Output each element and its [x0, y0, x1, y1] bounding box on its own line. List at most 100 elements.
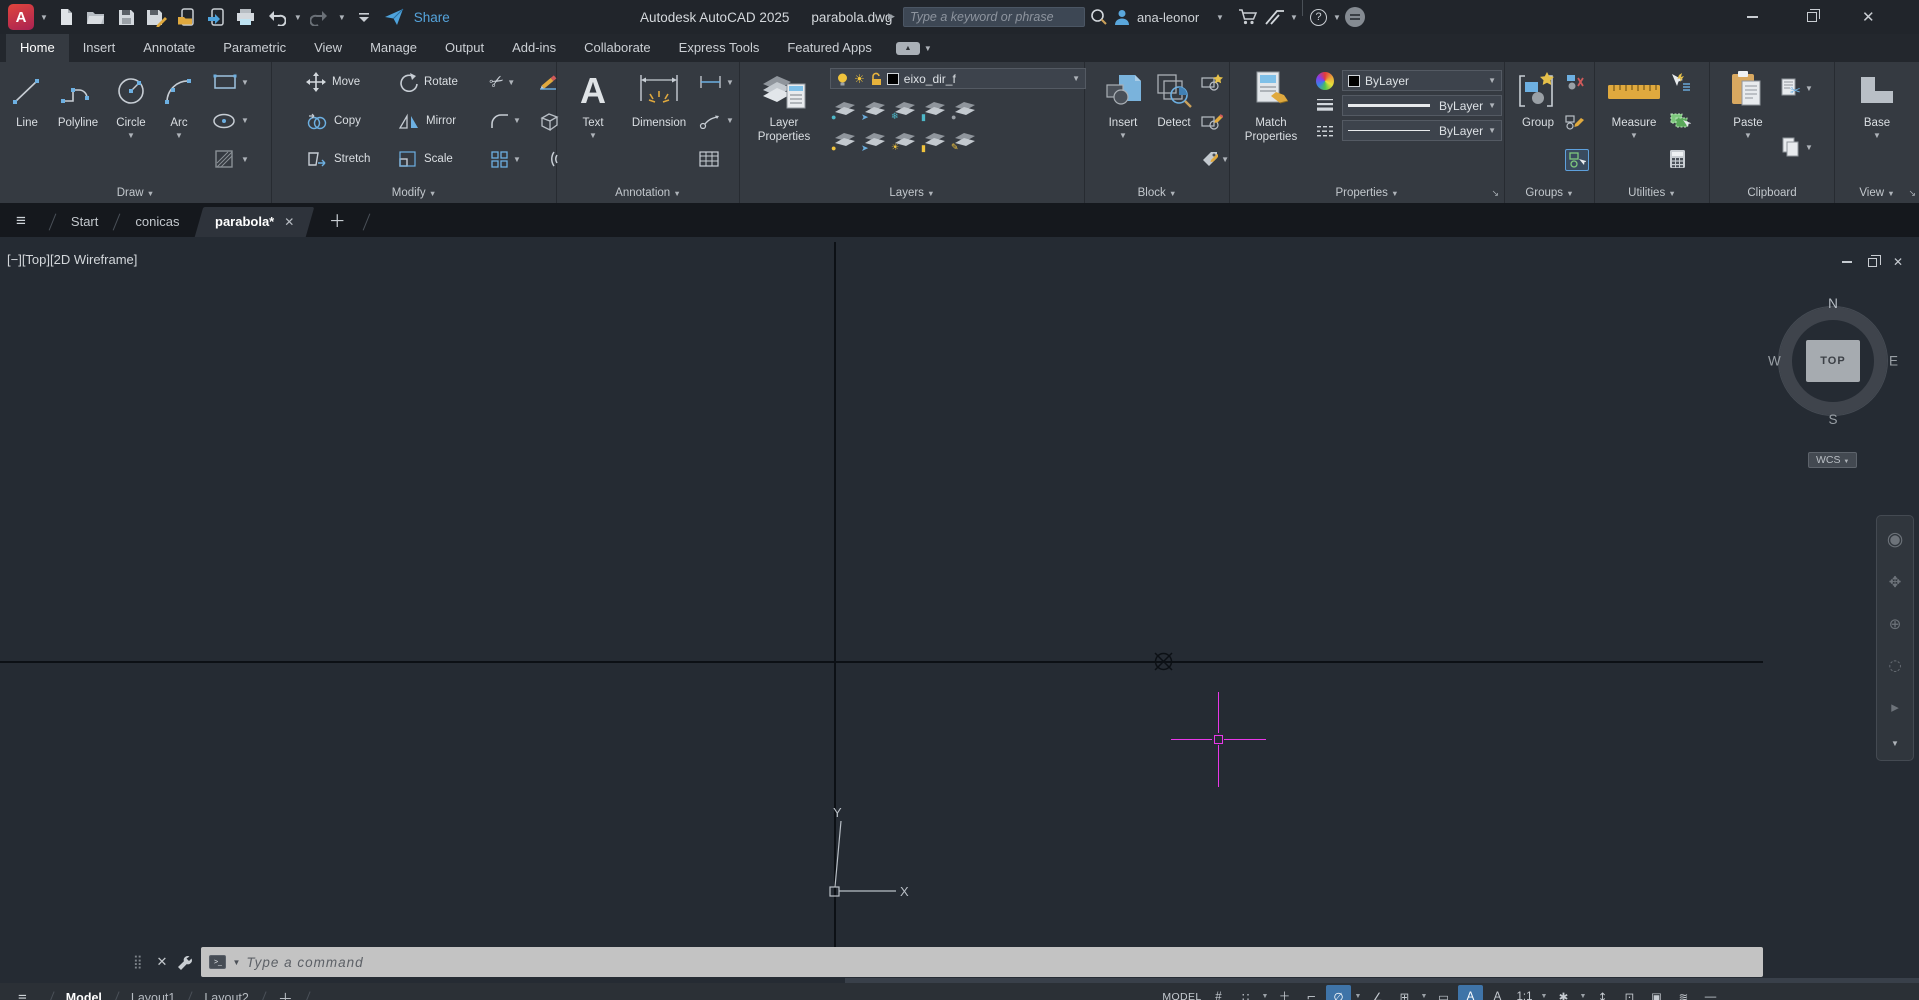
array-button[interactable]: ▼ [490, 147, 538, 171]
group-selection-toggle[interactable] [1565, 149, 1589, 171]
layer-freeze-button[interactable]: ❄ [890, 95, 920, 122]
panel-label-properties[interactable]: Properties ▼ ↘ [1230, 185, 1504, 202]
base-caret-icon[interactable]: ▼ [1873, 131, 1881, 140]
group-button[interactable]: Group [1513, 62, 1563, 185]
navbar-caret-icon[interactable]: ▼ [1891, 739, 1899, 748]
select-similar-button[interactable] [1669, 109, 1699, 133]
compass-north[interactable]: N [1828, 296, 1838, 311]
recent-commands-caret-icon[interactable]: ▼ [232, 958, 240, 967]
polar-caret-icon[interactable]: ▼ [1353, 985, 1363, 1000]
measure-caret-icon[interactable]: ▼ [1630, 131, 1638, 140]
arc-button[interactable]: Arc ▼ [156, 62, 202, 185]
search-expand-icon[interactable]: ▶ [888, 11, 895, 22]
wcs-menu[interactable]: WCS ▼ [1808, 452, 1858, 468]
ellipse-caret-icon[interactable]: ▼ [241, 116, 249, 125]
tab-express-tools[interactable]: Express Tools [665, 34, 774, 62]
create-block-button[interactable] [1201, 70, 1229, 94]
feedback-button[interactable] [1345, 0, 1365, 34]
line-button[interactable]: Line [4, 62, 50, 185]
close-button[interactable]: ✕ [1862, 0, 1908, 34]
lineweight-icon[interactable] [1316, 98, 1334, 114]
help-search-box[interactable] [903, 7, 1085, 27]
redo-caret-icon[interactable]: ▼ [338, 13, 346, 22]
restore-button[interactable] [1807, 0, 1853, 34]
help-caret-icon[interactable]: ▼ [1333, 0, 1341, 34]
lineweight-dropdown[interactable]: ByLayer ▼ [1342, 95, 1502, 116]
viewport-minimize-icon[interactable] [1841, 261, 1852, 263]
leader-caret-icon[interactable]: ▼ [726, 116, 734, 125]
move-button[interactable]: Move [306, 70, 398, 94]
workspace-switching-button[interactable]: ✱ [1551, 985, 1576, 1000]
model-space-toggle[interactable]: MODEL [1160, 985, 1204, 1000]
layer-on-button[interactable]: ● [830, 126, 860, 153]
text-caret-icon[interactable]: ▼ [589, 131, 597, 140]
annotation-scale-button[interactable]: 1:1 [1512, 985, 1537, 1000]
viewport-restore-icon[interactable] [1867, 254, 1881, 267]
layout-tab-layout2[interactable]: Layout2 [200, 991, 252, 1000]
polar-tracking-toggle[interactable]: ∅ [1326, 985, 1351, 1000]
save-as-button[interactable] [144, 5, 168, 29]
share-label[interactable]: Share [414, 10, 450, 25]
grid-toggle[interactable]: # [1206, 985, 1231, 1000]
apps-caret-icon[interactable]: ▼ [1290, 0, 1298, 34]
layer-isolate-button[interactable]: ➤ [860, 126, 890, 153]
store-button[interactable] [1238, 0, 1258, 34]
file-tab-conicas[interactable]: conicas [129, 207, 185, 237]
layer-lock-button[interactable]: ▮ [920, 95, 950, 122]
search-button[interactable] [1090, 0, 1108, 34]
navigation-wheel-icon[interactable]: ◉ [1887, 528, 1904, 550]
layer-walk-button[interactable]: ✎ [950, 126, 980, 153]
hatch-caret-icon[interactable]: ▼ [241, 155, 249, 164]
layer-properties-button[interactable]: Layer Properties [752, 62, 816, 185]
autoscale-toggle[interactable]: A [1485, 985, 1510, 1000]
share-button[interactable] [382, 5, 406, 29]
ribbon-collapse-caret-icon[interactable]: ▼ [924, 44, 932, 53]
lineweight-caret-icon[interactable]: ▼ [1488, 101, 1496, 110]
orbit-icon[interactable]: ◌ [1888, 656, 1901, 674]
view-dialog-launcher-icon[interactable]: ↘ [1908, 185, 1916, 202]
paste-caret-icon[interactable]: ▼ [1744, 131, 1752, 140]
ribbon-collapse-control[interactable]: ▲ ▼ [895, 41, 932, 55]
hatch-tool-button[interactable]: ▼ [212, 147, 268, 171]
autocad-app-button[interactable]: A [8, 4, 34, 30]
linear-dimension-button[interactable]: ▼ [699, 70, 739, 94]
command-input-bar[interactable]: >_ ▼ [201, 947, 1763, 977]
clean-screen-toggle[interactable]: — [1698, 985, 1723, 1000]
isolate-objects-button[interactable]: ▣ [1644, 985, 1669, 1000]
graphics-performance-toggle[interactable]: ≋ [1671, 985, 1696, 1000]
new-layout-button[interactable]: ＋ [274, 988, 297, 1000]
tab-view[interactable]: View [300, 34, 356, 62]
polyline-button[interactable]: Polyline [50, 62, 106, 185]
save-button[interactable] [114, 5, 138, 29]
layer-make-current-button[interactable]: ➤ [860, 95, 890, 122]
panel-label-block[interactable]: Block ▼ [1085, 185, 1229, 202]
panel-label-draw[interactable]: Draw ▼ [0, 185, 271, 202]
drawing-viewport[interactable]: [−][Top][2D Wireframe] ✕ Y X N W E S TOP… [0, 237, 1919, 983]
rotate-button[interactable]: Rotate [398, 70, 490, 94]
cut-caret-icon[interactable]: ▼ [1805, 84, 1813, 93]
layout-menu-icon[interactable]: ≡ [0, 990, 41, 1000]
ortho-toggle[interactable]: ⌐ [1299, 985, 1324, 1000]
object-color-caret-icon[interactable]: ▼ [1488, 76, 1496, 85]
text-button[interactable]: A Text ▼ [567, 62, 619, 185]
edit-block-button[interactable] [1201, 109, 1229, 133]
linetype-caret-icon[interactable]: ▼ [1488, 126, 1496, 135]
dimension-button[interactable]: Dimension [619, 62, 699, 185]
color-wheel-icon[interactable] [1316, 71, 1334, 90]
annotation-monitor-toggle[interactable]: ↕ [1590, 985, 1615, 1000]
tab-output[interactable]: Output [431, 34, 498, 62]
leader-button[interactable]: ▼ [699, 109, 739, 133]
dynamic-input-toggle[interactable]: ＋ [1272, 985, 1297, 1000]
workspace-caret-icon[interactable]: ▼ [1578, 985, 1588, 1000]
layer-thaw-button[interactable]: ☀ [890, 126, 920, 153]
viewcube-top-face[interactable]: TOP [1806, 340, 1860, 382]
fillet-caret-icon[interactable]: ▼ [513, 116, 521, 125]
file-tab-parabola-active[interactable]: parabola* ✕ [195, 207, 316, 237]
properties-dialog-launcher-icon[interactable]: ↘ [1491, 185, 1499, 202]
compass-east[interactable]: E [1889, 354, 1898, 369]
open-drawing-button[interactable] [84, 5, 108, 29]
circle-caret-icon[interactable]: ▼ [127, 131, 135, 140]
base-button[interactable]: Base ▼ [1847, 62, 1907, 185]
fillet-button[interactable]: ▼ [490, 109, 538, 133]
command-dock-close-icon[interactable]: ✕ [149, 954, 176, 970]
